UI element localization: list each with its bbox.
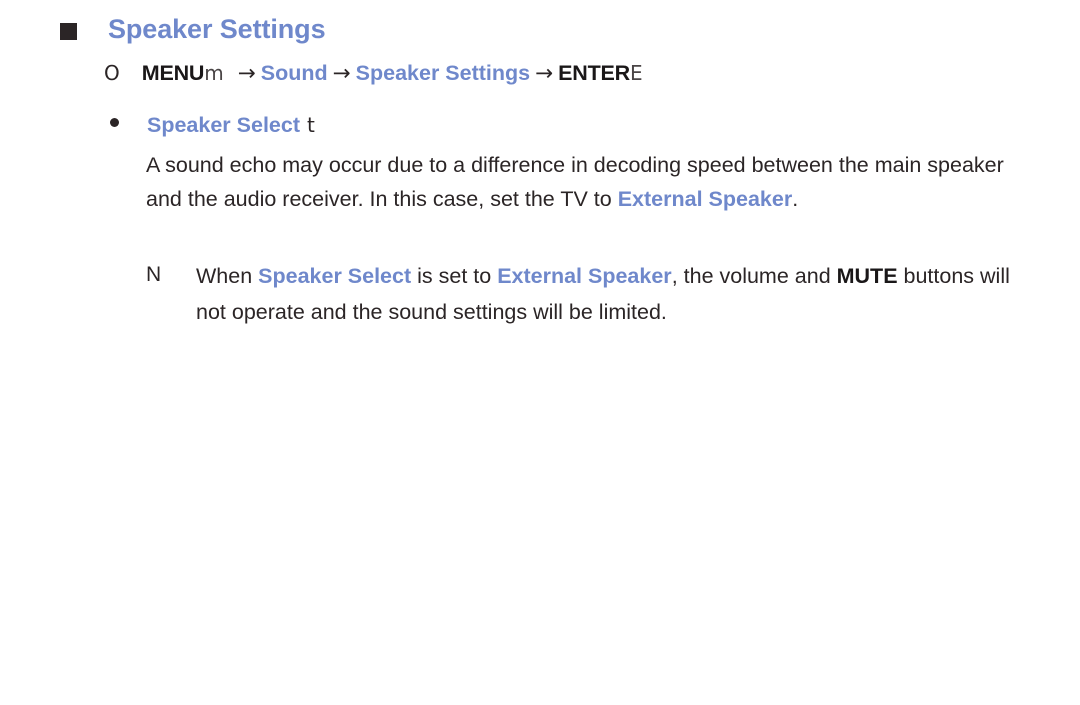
enter-button-label: ENTER bbox=[558, 61, 631, 85]
arrow-right-icon: → bbox=[237, 61, 256, 86]
setting-item-label: Speaker Select bbox=[147, 113, 300, 137]
menu-step-sound: Sound bbox=[260, 61, 328, 85]
plain-text: is set to bbox=[411, 264, 498, 288]
menu-button-label: MENU bbox=[141, 61, 205, 85]
arrow-right-icon: → bbox=[535, 61, 554, 86]
menu-step-speaker-settings: Speaker Settings bbox=[355, 61, 531, 85]
emphasis-text: Speaker Select bbox=[258, 264, 412, 288]
setting-item-speaker-select: Speaker Select t bbox=[110, 113, 315, 138]
dot-bullet-icon bbox=[110, 118, 119, 127]
square-bullet-icon bbox=[60, 23, 77, 40]
emphasis-text: External Speaker bbox=[617, 187, 793, 211]
note-block: N When Speaker Select is set to External… bbox=[146, 258, 1030, 330]
note-n-marker: N bbox=[146, 263, 162, 286]
emphasis-text: MUTE bbox=[836, 264, 898, 288]
plain-text: . bbox=[792, 187, 799, 211]
menu-path-row: O MENUm → Sound → Speaker Settings → ENTERE bbox=[104, 61, 643, 87]
emphasis-text: External Speaker bbox=[497, 264, 672, 288]
menu-path: MENUm → Sound → Speaker Settings → ENTERE bbox=[142, 61, 643, 87]
circle-bullet-icon: O bbox=[104, 61, 120, 85]
body-paragraph: A sound echo may occur due to a differen… bbox=[146, 148, 1008, 216]
enter-key-symbol-icon: E bbox=[630, 61, 643, 85]
plain-text: When bbox=[196, 264, 259, 288]
plain-text: A sound echo may occur due to a differen… bbox=[146, 153, 1004, 211]
menu-key-symbol-icon: m bbox=[204, 61, 224, 85]
setting-item-symbol-icon: t bbox=[307, 113, 315, 137]
page-title: Speaker Settings bbox=[108, 14, 326, 44]
arrow-right-icon: → bbox=[332, 61, 351, 86]
section-heading: Speaker Settings bbox=[60, 14, 326, 45]
manual-page: Speaker Settings O MENUm → Sound → Speaker S… bbox=[0, 0, 1080, 705]
plain-text: , the volume and bbox=[671, 264, 837, 288]
note-text: When Speaker Select is set to External S… bbox=[196, 258, 1030, 330]
